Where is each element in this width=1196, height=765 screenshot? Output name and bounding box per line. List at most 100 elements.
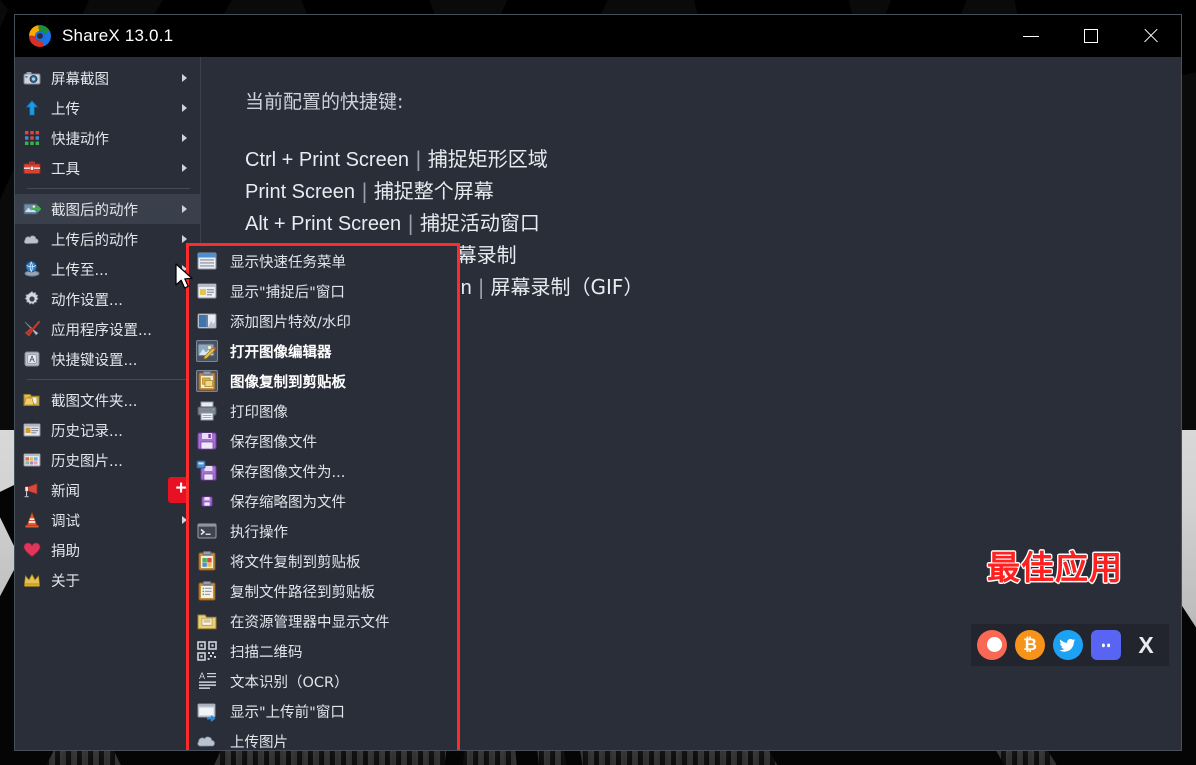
sidebar-item-upload[interactable]: 上传 <box>15 93 200 123</box>
sidebar-item-label: 历史图片... <box>51 453 123 470</box>
menu-item-add-image-effects[interactable]: 添加图片特效/水印 <box>189 306 457 336</box>
menu-item-print-image[interactable]: 打印图像 <box>189 396 457 426</box>
hotkey-action: 捕捉矩形区域 <box>427 147 548 171</box>
menu-item-save-image-to-file[interactable]: 保存图像文件 <box>189 426 457 456</box>
sidebar-item-history[interactable]: 历史记录... <box>15 415 200 445</box>
watermark-text: 最佳应用 <box>987 548 1123 587</box>
window-controls <box>1001 15 1181 57</box>
folder-open-icon <box>23 391 41 409</box>
image-history-icon <box>23 451 41 469</box>
sidebar-item-image-history[interactable]: 历史图片... <box>15 445 200 475</box>
camera-icon <box>23 69 41 87</box>
menu-item-label: 保存缩略图为文件 <box>230 494 346 511</box>
sidebar-item-after-capture-tasks[interactable]: 截图后的动作 <box>15 194 200 224</box>
sidebar-item-label: 历史记录... <box>51 423 123 440</box>
menu-item-label: 复制文件路径到剪贴板 <box>230 584 375 601</box>
save-floppy-icon <box>196 430 218 452</box>
menu-item-copy-file-path-to-clipboard[interactable]: 复制文件路径到剪贴板 <box>189 576 457 606</box>
sidebar-item-label: 工具 <box>51 161 80 178</box>
discord-icon[interactable] <box>1091 630 1121 660</box>
wrench-screwdriver-icon <box>23 320 41 338</box>
bitcoin-icon[interactable]: ₿ <box>1015 630 1045 660</box>
hotkey-action: 屏幕录制（GIF） <box>490 275 644 299</box>
sidebar-item-label: 截图文件夹... <box>51 393 138 410</box>
copy-image-clipboard-icon <box>196 370 218 392</box>
qr-code-icon <box>196 640 218 662</box>
sidebar-item-debug[interactable]: 调试 <box>15 505 200 535</box>
hotkey-key: Ctrl + Print Screen <box>245 149 409 171</box>
twitter-icon[interactable] <box>1053 630 1083 660</box>
cloud-upload-icon <box>23 230 41 248</box>
menu-item-show-after-capture-window[interactable]: 显示"捕捉后"窗口 <box>189 276 457 306</box>
gear-icon <box>23 290 41 308</box>
menu-item-label: 将文件复制到剪贴板 <box>230 554 361 571</box>
minimize-icon <box>1023 35 1039 37</box>
destination-globe-icon <box>23 260 41 278</box>
sidebar-item-workflows[interactable]: 快捷动作 <box>15 123 200 153</box>
hotkey-separator: | <box>361 179 368 203</box>
hotkeys-heading: 当前配置的快捷键: <box>245 91 404 113</box>
image-effects-icon <box>196 310 218 332</box>
sidebar-item-donate[interactable]: 捐助 <box>15 535 200 565</box>
svg-text:A: A <box>29 355 35 364</box>
sidebar-item-label: 调试 <box>51 513 80 530</box>
x-glyph: X <box>1138 631 1154 658</box>
hotkey-key: Print Screen <box>245 181 356 203</box>
menu-item-upload-image-to-host[interactable]: 上传图片 <box>189 726 457 750</box>
sidebar-item-label: 上传至... <box>51 262 109 279</box>
sidebar-item-label: 上传后的动作 <box>51 232 138 249</box>
sidebar-item-destinations[interactable]: 上传至... <box>15 254 200 284</box>
sidebar-item-news[interactable]: 新闻 + <box>15 475 200 505</box>
menu-item-save-thumbnail-to-file[interactable]: 保存缩略图为文件 <box>189 486 457 516</box>
copy-file-clipboard-icon <box>196 550 218 572</box>
menu-item-ocr[interactable]: A 文本识别（OCR） <box>189 666 457 696</box>
sidebar-item-after-upload-tasks[interactable]: 上传后的动作 <box>15 224 200 254</box>
patreon-icon[interactable] <box>977 630 1007 660</box>
bitcoin-glyph: ₿ <box>1023 635 1037 655</box>
sidebar-item-label: 快捷动作 <box>51 131 109 148</box>
close-button[interactable] <box>1121 15 1181 57</box>
sidebar-item-label: 动作设置... <box>51 292 123 309</box>
sidebar-item-screenshots-folder[interactable]: 截图文件夹... <box>15 385 200 415</box>
menu-item-label: 文本识别（OCR） <box>230 674 349 691</box>
sidebar-item-label: 屏幕截图 <box>51 71 109 88</box>
menu-item-label: 保存图像文件 <box>230 434 317 451</box>
menu-item-scan-qr-code[interactable]: 扫描二维码 <box>189 636 457 666</box>
sharex-main-window: ShareX 13.0.1 屏幕截图 上传 快捷动作 工具 截图后的动作 上传后… <box>14 14 1182 751</box>
sharex-logo-icon <box>29 25 51 47</box>
chevron-right-icon <box>182 104 187 112</box>
menu-item-save-image-to-file-as[interactable]: 保存图像文件为... <box>189 456 457 486</box>
sidebar-item-about[interactable]: 关于 <box>15 565 200 595</box>
sidebar-item-label: 捐助 <box>51 543 80 560</box>
hotkey-separator: | <box>477 275 485 299</box>
sidebar-item-task-settings[interactable]: 动作设置... <box>15 284 200 314</box>
menu-item-perform-actions[interactable]: 执行操作 <box>189 516 457 546</box>
sidebar-item-hotkey-settings[interactable]: A 快捷键设置... <box>15 344 200 374</box>
history-list-icon <box>23 421 41 439</box>
menu-item-open-image-editor[interactable]: 打开图像编辑器 <box>189 336 457 366</box>
discord-glyph <box>1101 643 1111 648</box>
menu-item-show-before-upload-window[interactable]: 显示"上传前"窗口 <box>189 696 457 726</box>
menu-item-show-quick-task-menu[interactable]: 显示快速任务菜单 <box>189 246 457 276</box>
ocr-text-icon: A <box>196 670 218 692</box>
sidebar-item-tools[interactable]: 工具 <box>15 153 200 183</box>
twitter-bird-glyph <box>1059 638 1076 652</box>
minimize-button[interactable] <box>1001 15 1061 57</box>
menu-item-copy-image-to-clipboard[interactable]: 图像复制到剪贴板 <box>189 366 457 396</box>
hotkey-separator: | <box>407 211 414 235</box>
heart-icon <box>23 541 41 559</box>
sidebar-item-application-settings[interactable]: 应用程序设置... <box>15 314 200 344</box>
menu-item-label: 执行操作 <box>230 524 288 541</box>
sidebar-item-label: 快捷键设置... <box>51 352 138 369</box>
window-title: ShareX 13.0.1 <box>62 26 174 45</box>
menu-item-label: 打开图像编辑器 <box>230 344 332 361</box>
menu-item-copy-file-to-clipboard[interactable]: 将文件复制到剪贴板 <box>189 546 457 576</box>
printer-icon <box>196 400 218 422</box>
menu-item-show-file-in-explorer[interactable]: 在资源管理器中显示文件 <box>189 606 457 636</box>
close-x-icon[interactable]: X <box>1129 630 1163 660</box>
maximize-button[interactable] <box>1061 15 1121 57</box>
sidebar-item-capture[interactable]: 屏幕截图 <box>15 63 200 93</box>
sidebar-item-label: 截图后的动作 <box>51 202 138 219</box>
menu-item-label: 添加图片特效/水印 <box>230 314 351 331</box>
keyboard-key-icon: A <box>23 350 41 368</box>
